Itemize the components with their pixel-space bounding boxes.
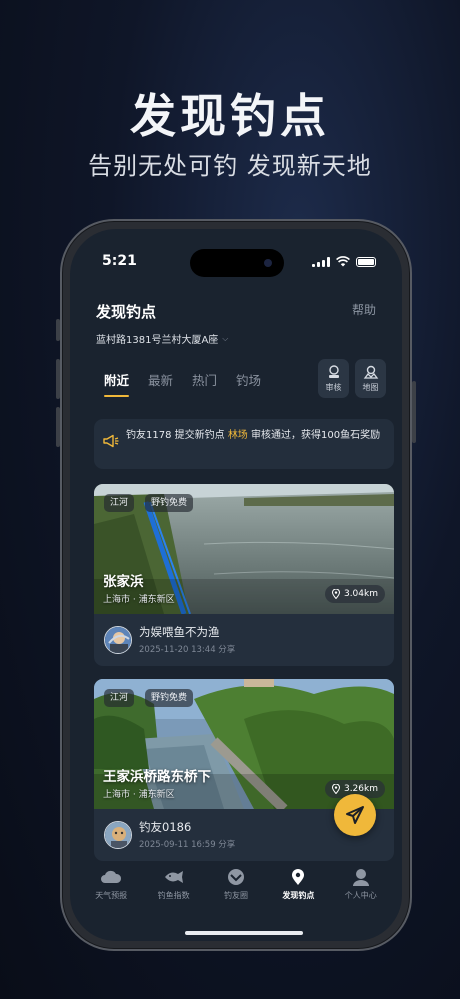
review-label: 审核 bbox=[325, 383, 342, 392]
map-icon bbox=[363, 365, 378, 379]
volume-down-button bbox=[56, 407, 60, 447]
home-indicator bbox=[185, 931, 303, 935]
megaphone-icon bbox=[103, 434, 119, 448]
location-pin-icon bbox=[292, 869, 305, 885]
tabbar-fishing-index[interactable]: 钓鱼指数 bbox=[144, 867, 204, 923]
tabbar-label: 发现钓点 bbox=[282, 891, 315, 900]
power-button bbox=[412, 381, 416, 443]
distance-badge: 3.04km bbox=[324, 585, 385, 603]
user-name: 为娱喂鱼不为渔 bbox=[139, 625, 220, 639]
spot-location: 上海市 · 浦东新区 bbox=[103, 595, 175, 605]
spot-location: 上海市 · 浦东新区 bbox=[103, 790, 175, 800]
page-title: 发现钓点 bbox=[96, 303, 157, 321]
location-pin-icon bbox=[331, 589, 340, 599]
user-icon bbox=[352, 869, 369, 886]
chevron-down-icon: ⌵ bbox=[222, 333, 229, 343]
notice-prefix: 钓友1178 提交新钓点 bbox=[126, 430, 228, 441]
side-button bbox=[56, 319, 60, 341]
wifi-icon bbox=[336, 256, 350, 267]
circle-icon bbox=[227, 869, 244, 885]
battery-icon bbox=[356, 256, 376, 267]
tabbar-discover-spots[interactable]: 发现钓点 bbox=[268, 867, 328, 923]
user-name: 钓友0186 bbox=[139, 820, 192, 834]
cloud-icon bbox=[101, 870, 122, 883]
spot-tag: 野钓免费 bbox=[145, 494, 194, 512]
bottom-tab-bar: 天气预报 钓鱼指数 钓友圈 发现钓点 个人中心 bbox=[70, 867, 402, 923]
share-meta: 2025-11-20 13:44 分享 bbox=[139, 645, 236, 655]
map-label: 地图 bbox=[362, 383, 379, 392]
notice-banner[interactable]: 钓友1178 提交新钓点 林场 审核通过，获得100鱼石奖励 bbox=[94, 419, 394, 469]
avatar[interactable] bbox=[104, 821, 132, 849]
promo-subtitle: 告别无处可钓 发现新天地 bbox=[88, 152, 372, 180]
app-screen: 5:21 发现钓点 帮助 蓝村路1381号兰村大厦A座 ⌵ 附近 最新 热门 钓… bbox=[70, 229, 402, 941]
tab-fishing-ground[interactable]: 钓场 bbox=[236, 370, 261, 389]
distance-text: 3.04km bbox=[343, 589, 378, 599]
spot-name: 王家浜桥路东桥下 bbox=[103, 769, 211, 785]
review-icon bbox=[328, 365, 339, 378]
share-meta: 2025-09-11 16:59 分享 bbox=[139, 840, 236, 850]
share-spot-button[interactable] bbox=[334, 794, 376, 836]
spot-photo: 江河 野钓免费 王家浜桥路东桥下 上海市 · 浦东新区 3.26km bbox=[94, 679, 394, 809]
tabbar-label: 钓鱼指数 bbox=[157, 891, 190, 900]
tab-latest[interactable]: 最新 bbox=[148, 370, 173, 389]
help-button[interactable]: 帮助 bbox=[352, 301, 376, 318]
tab-bar: 附近 最新 热门 钓场 bbox=[104, 370, 261, 397]
avatar[interactable] bbox=[104, 626, 132, 654]
notice-highlight: 林场 bbox=[227, 430, 248, 441]
tabbar-label: 天气预报 bbox=[95, 891, 128, 900]
notice-suffix: 审核通过，获得100鱼石奖励 bbox=[247, 430, 381, 441]
map-button[interactable]: 地图 bbox=[355, 359, 386, 398]
address-text: 蓝村路1381号兰村大厦A座 bbox=[96, 335, 219, 346]
spot-tag: 江河 bbox=[104, 494, 135, 512]
spot-card[interactable]: 江河 野钓免费 张家浜 上海市 · 浦东新区 3.04km 为娱喂鱼不为渔 20… bbox=[94, 484, 394, 666]
spot-tag: 野钓免费 bbox=[145, 689, 194, 707]
review-button[interactable]: 审核 bbox=[318, 359, 349, 398]
tabbar-profile[interactable]: 个人中心 bbox=[331, 867, 391, 923]
spot-tag: 江河 bbox=[104, 689, 135, 707]
status-bar: 5:21 bbox=[70, 249, 402, 277]
dynamic-island bbox=[190, 249, 284, 277]
tabbar-label: 个人中心 bbox=[344, 891, 377, 900]
address-selector[interactable]: 蓝村路1381号兰村大厦A座 ⌵ bbox=[96, 331, 229, 347]
tabbar-label: 钓友圈 bbox=[223, 891, 248, 900]
phone-frame: 5:21 发现钓点 帮助 蓝村路1381号兰村大厦A座 ⌵ 附近 最新 热门 钓… bbox=[56, 219, 416, 951]
tab-popular[interactable]: 热门 bbox=[192, 370, 217, 389]
status-time: 5:21 bbox=[102, 253, 137, 269]
promo-title: 发现钓点 bbox=[130, 89, 330, 143]
card-footer: 为娱喂鱼不为渔 2025-11-20 13:44 分享 bbox=[94, 614, 394, 666]
location-pin-icon bbox=[331, 784, 340, 794]
signal-icon bbox=[312, 256, 330, 267]
send-icon bbox=[346, 806, 364, 824]
spot-name: 张家浜 bbox=[103, 574, 144, 590]
status-icons bbox=[312, 256, 376, 267]
fish-icon bbox=[164, 871, 183, 883]
tab-nearby[interactable]: 附近 bbox=[104, 370, 130, 397]
spot-photo: 江河 野钓免费 张家浜 上海市 · 浦东新区 3.04km bbox=[94, 484, 394, 614]
volume-up-button bbox=[56, 359, 60, 399]
tabbar-friends-circle[interactable]: 钓友圈 bbox=[206, 867, 266, 923]
tabbar-weather[interactable]: 天气预报 bbox=[81, 867, 141, 923]
